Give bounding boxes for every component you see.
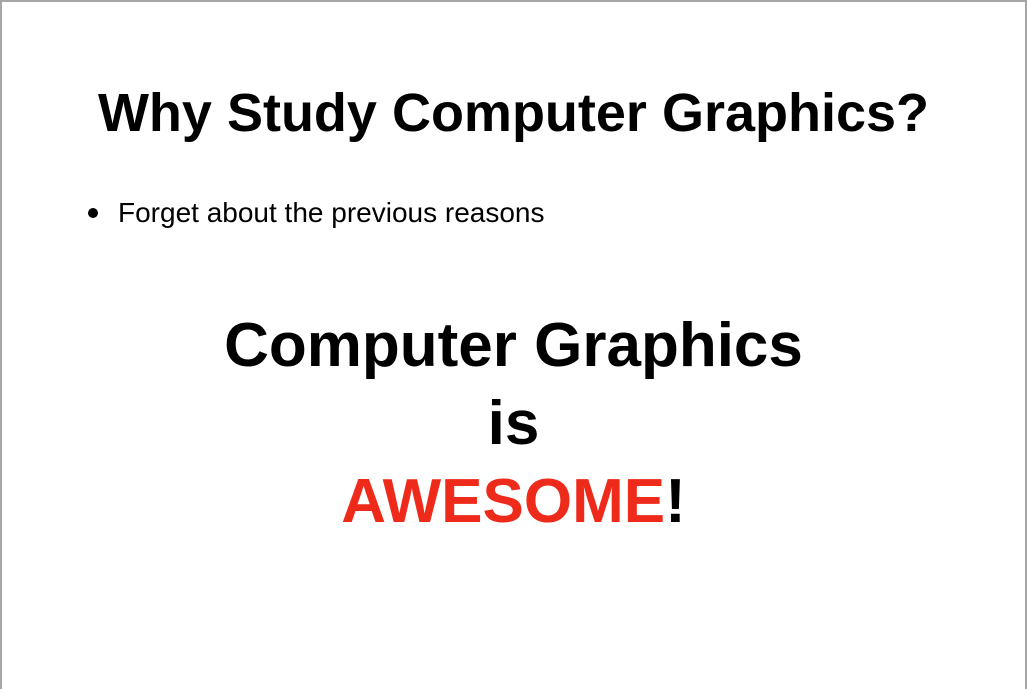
slide: Why Study Computer Graphics? Forget abou… xyxy=(0,0,1027,689)
awesome-word: AWESOME xyxy=(341,467,666,536)
statement-line-3: AWESOME! xyxy=(2,463,1025,541)
bullet-list: Forget about the previous reasons xyxy=(82,196,544,230)
statement: Computer Graphics is AWESOME! xyxy=(2,307,1025,541)
statement-line-2: is xyxy=(487,389,540,458)
exclamation-mark: ! xyxy=(665,467,686,536)
bullet-text: Forget about the previous reasons xyxy=(118,197,545,228)
bullet-item: Forget about the previous reasons xyxy=(82,196,544,230)
bullet-icon xyxy=(88,208,98,218)
statement-line-1: Computer Graphics xyxy=(224,311,803,380)
slide-title: Why Study Computer Graphics? xyxy=(97,83,930,143)
